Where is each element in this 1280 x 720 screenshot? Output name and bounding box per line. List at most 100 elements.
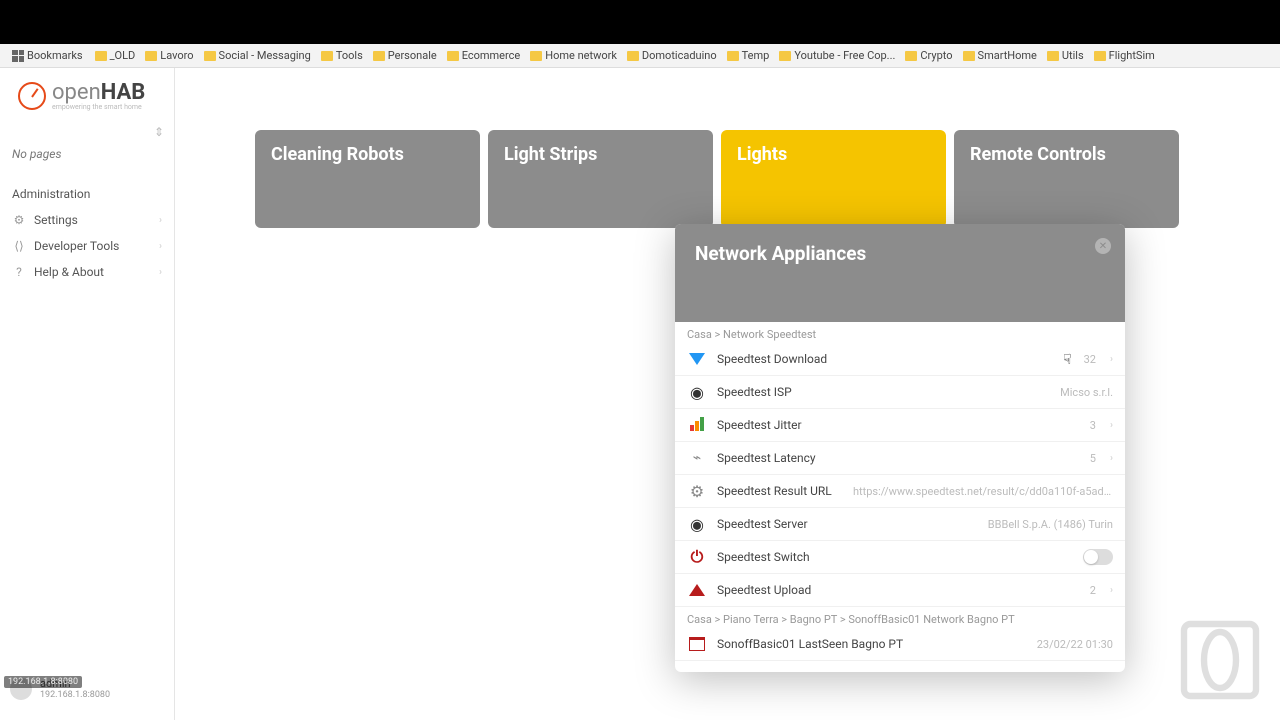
folder-icon <box>373 51 385 61</box>
row-value: https://www.speedtest.net/result/c/dd0a1… <box>853 485 1113 498</box>
nav-settings[interactable]: ⚙Settings› <box>0 207 174 233</box>
row-value: 32 <box>1084 353 1096 366</box>
calendar-icon <box>687 634 707 654</box>
card-light-strips[interactable]: Light Strips <box>488 130 713 228</box>
bookmark-folder[interactable]: Youtube - Free Cop... <box>775 47 899 64</box>
upload-icon <box>687 580 707 600</box>
bookmark-folder[interactable]: Ecommerce <box>443 47 525 64</box>
card-cleaning-robots[interactable]: Cleaning Robots <box>255 130 480 228</box>
content-area: Cleaning RobotsLight StripsLightsRemote … <box>175 68 1280 720</box>
logo: openHAB empowering the smart home <box>0 80 174 125</box>
browser-top-black <box>0 0 1280 44</box>
bookmark-folder[interactable]: Lavoro <box>141 47 197 64</box>
row-value: 5 <box>1090 452 1096 465</box>
latency-icon: ⌁ <box>687 667 707 672</box>
folder-icon <box>963 51 975 61</box>
bookmark-folder[interactable]: _OLD <box>91 47 140 64</box>
bookmark-folder[interactable]: Domoticaduino <box>623 47 721 64</box>
code-icon: ⟨⟩ <box>12 239 26 253</box>
row-value: 3 <box>1090 419 1096 432</box>
chevron-right-icon: › <box>1110 354 1113 365</box>
chevron-right-icon: › <box>159 215 162 226</box>
list-item[interactable]: Speedtest Upload 2 › <box>675 574 1125 607</box>
bars-icon <box>687 415 707 435</box>
chevron-right-icon: › <box>1110 453 1113 464</box>
folder-icon <box>204 51 216 61</box>
row-label: Speedtest ISP <box>717 385 1050 399</box>
nav-developer-tools[interactable]: ⟨⟩Developer Tools› <box>0 233 174 259</box>
chevron-right-icon: › <box>1110 672 1113 673</box>
help-icon: ? <box>12 265 26 279</box>
list-item: SonoffBasic01 LastSeen Bagno PT 23/02/22 … <box>675 628 1125 661</box>
chevron-right-icon: › <box>159 267 162 278</box>
row-value: 2 <box>1090 584 1096 597</box>
folder-icon <box>779 51 791 61</box>
list-item[interactable]: Speedtest Jitter3› <box>675 409 1125 442</box>
row-label: Speedtest Latency <box>717 451 1080 465</box>
bookmark-folder[interactable]: Crypto <box>901 47 956 64</box>
breadcrumb: Casa > Piano Terra > Bagno PT > SonoffBa… <box>675 607 1125 628</box>
folder-icon <box>321 51 333 61</box>
list-item[interactable]: ⌁ Speedtest Latency 5 › <box>675 442 1125 475</box>
row-label: SonoffBasic01 LastSeen Bagno PT <box>717 637 1027 651</box>
folder-icon <box>145 51 157 61</box>
toggle-switch[interactable] <box>1083 549 1113 565</box>
bookmark-folder[interactable]: Utils <box>1043 47 1088 64</box>
sidebar: openHAB empowering the smart home ⇕ No p… <box>0 68 175 720</box>
list-item[interactable]: ⏻ Speedtest Switch <box>675 541 1125 574</box>
card-lights[interactable]: Lights <box>721 130 946 228</box>
bookmark-folder[interactable]: Temp <box>723 47 774 64</box>
row-value: 23/02/22 01:30 <box>1037 638 1113 651</box>
bookmark-folder[interactable]: Personale <box>369 47 441 64</box>
row-label: Speedtest Jitter <box>717 418 1080 432</box>
bookmark-folder[interactable]: Tools <box>317 47 367 64</box>
status-badge: 192.168.1.8:8080 <box>4 676 82 688</box>
watermark-icon <box>1180 620 1260 700</box>
power-icon: ⏻ <box>687 547 707 567</box>
row-label: Speedtest Server <box>717 517 978 531</box>
close-icon[interactable]: ✕ <box>1095 238 1111 254</box>
row-label: Speedtest Upload <box>717 583 1080 597</box>
chevron-right-icon: › <box>1110 585 1113 596</box>
sidebar-user[interactable]: admin 192.168.1.8:8080 <box>0 669 174 708</box>
bookmark-folder[interactable]: FlightSim <box>1090 47 1159 64</box>
row-label: Speedtest Download <box>717 352 1074 366</box>
popup-title: Network Appliances <box>695 242 1105 265</box>
nav-help-about[interactable]: ?Help & About› <box>0 259 174 285</box>
popup-header: Network Appliances ✕ <box>675 224 1125 322</box>
wifi-icon: ◉ <box>687 382 707 402</box>
network-appliances-popup: Network Appliances ✕ Casa > Network Spee… <box>675 224 1125 672</box>
folder-icon <box>1047 51 1059 61</box>
list-item: ⚙ Speedtest Result URL https://www.speedte… <box>675 475 1125 508</box>
row-value: BBBell S.p.A. (1486) Turin <box>988 518 1113 531</box>
list-item[interactable]: Speedtest Download 32 › <box>675 343 1125 376</box>
apps-icon <box>12 50 24 62</box>
list-item[interactable]: ⌁SonoffBasic01 Latency Bagno PT22 ms› <box>675 661 1125 672</box>
row-value: Micso s.r.l. <box>1060 386 1113 399</box>
row-label: Speedtest Switch <box>717 550 1073 564</box>
download-icon <box>687 349 707 369</box>
logo-mark-icon <box>18 82 46 110</box>
wifi-icon: ◉ <box>687 514 707 534</box>
bookmark-folder[interactable]: Social - Messaging <box>200 47 315 64</box>
bookmarks-apps[interactable]: Bookmarks <box>8 47 87 64</box>
gear-icon: ⚙ <box>12 213 26 227</box>
breadcrumb: Casa > Network Speedtest <box>675 322 1125 343</box>
row-label: Speedtest Result URL <box>717 484 843 498</box>
chevron-right-icon: › <box>159 241 162 252</box>
bookmark-folder[interactable]: Home network <box>526 47 621 64</box>
user-host: 192.168.1.8:8080 <box>40 690 110 700</box>
folder-icon <box>447 51 459 61</box>
bookmark-folder[interactable]: SmartHome <box>959 47 1041 64</box>
folder-icon <box>1094 51 1106 61</box>
latency-icon: ⌁ <box>687 448 707 468</box>
list-item: ◉ Speedtest Server BBBell S.p.A. (1486) Tu… <box>675 508 1125 541</box>
row-value: 22 ms <box>1066 671 1096 673</box>
pin-icon[interactable]: ⇕ <box>0 125 174 139</box>
gear-icon: ⚙ <box>687 481 707 501</box>
card-remote-controls[interactable]: Remote Controls <box>954 130 1179 228</box>
folder-icon <box>727 51 739 61</box>
admin-section-header: Administration <box>0 169 174 207</box>
bookmarks-label: Bookmarks <box>27 49 83 62</box>
bookmarks-bar: Bookmarks _OLDLavoroSocial - MessagingTo… <box>0 44 1280 68</box>
